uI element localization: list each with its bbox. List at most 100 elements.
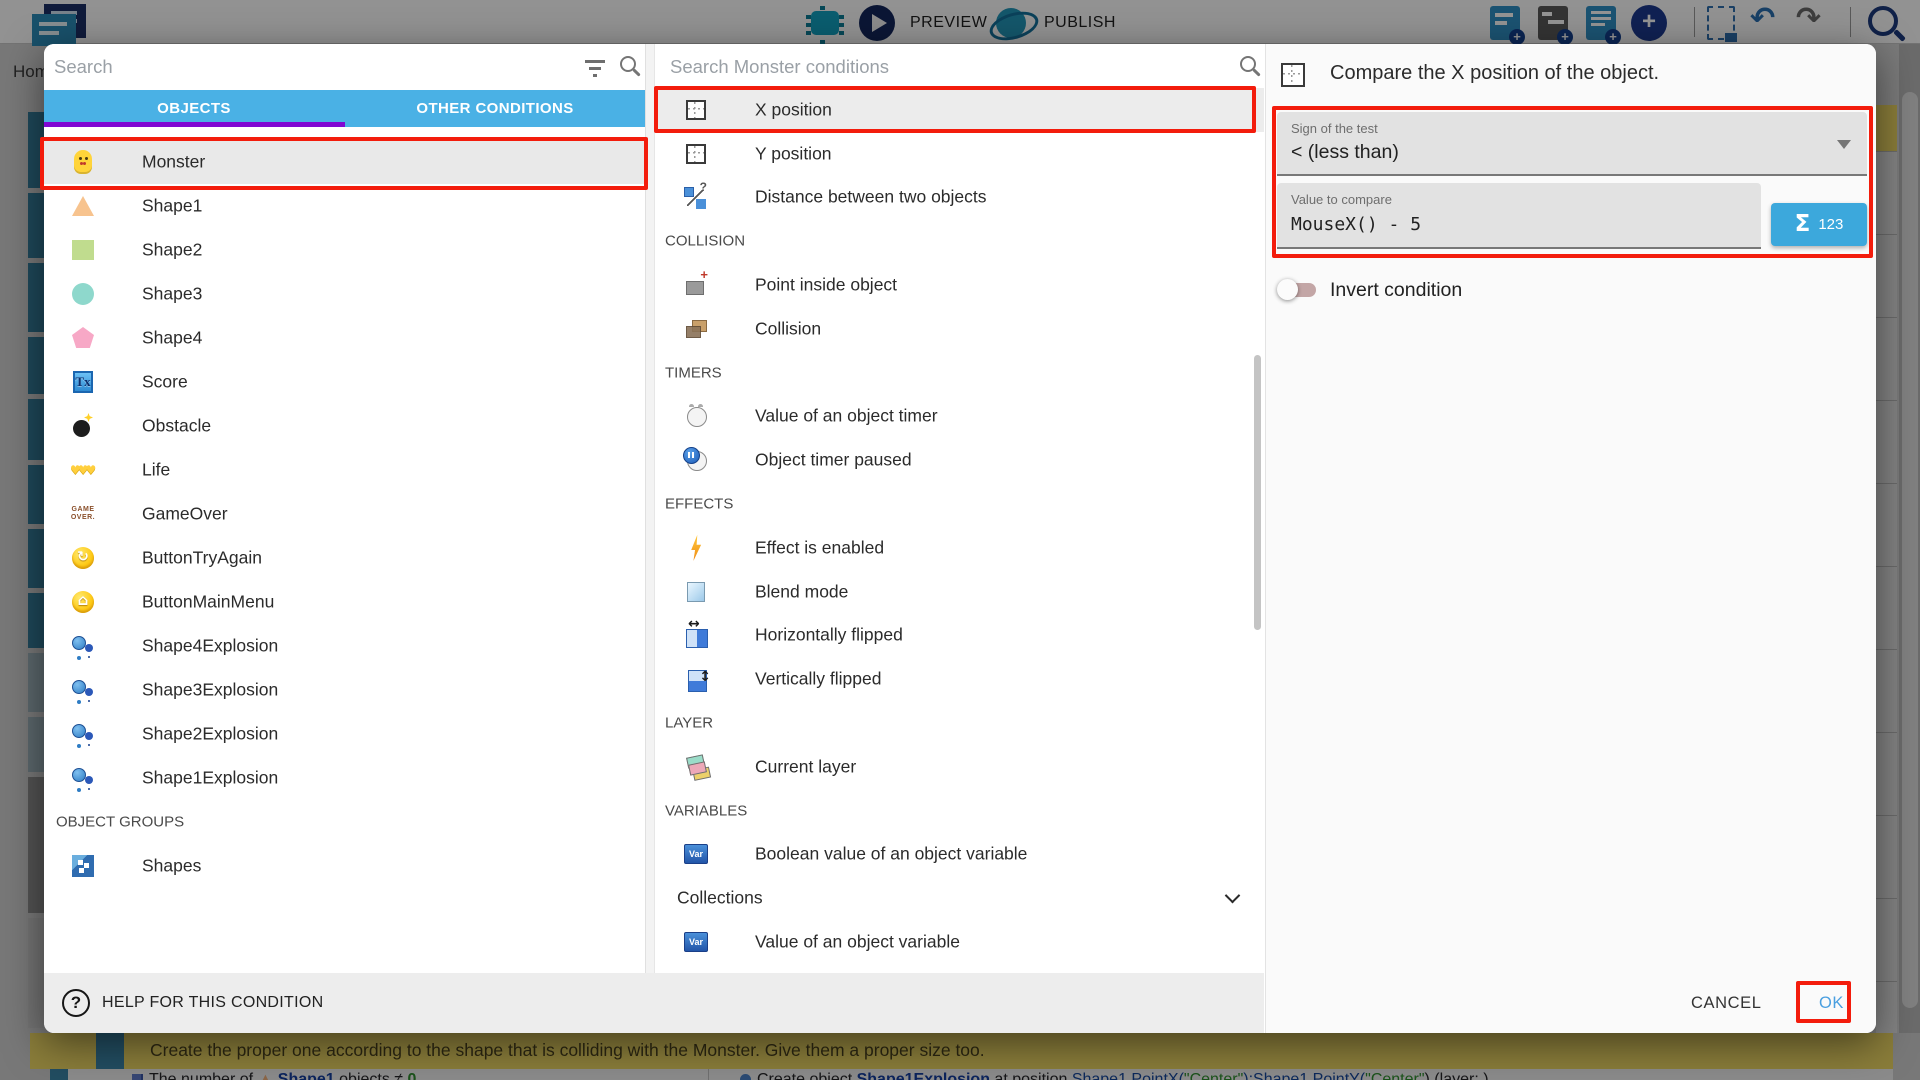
triangle-object-icon — [70, 193, 96, 219]
particle-emitter-icon — [70, 765, 96, 791]
conditions-scrollbar-thumb[interactable] — [1254, 355, 1261, 630]
objects-search-row — [44, 44, 645, 90]
condition-config-panel: Compare the X position of the object. Si… — [1265, 44, 1876, 1033]
chevron-down-icon — [1225, 888, 1241, 904]
condition-label: Effect is enabled — [755, 537, 884, 558]
condition-list-item[interactable]: Effect is enabled — [655, 526, 1264, 570]
object-name: Shape3Explosion — [142, 680, 278, 701]
condition-label: Collision — [755, 318, 821, 339]
object-list-item[interactable]: Score — [44, 360, 645, 404]
layers-icon — [683, 754, 709, 780]
invert-condition-toggle[interactable] — [1280, 283, 1316, 297]
object-name: Shape3 — [142, 284, 202, 305]
object-list-item[interactable]: Shape1 — [44, 184, 645, 228]
pentagon-object-icon — [70, 325, 96, 351]
object-list-item[interactable]: Shape1Explosion — [44, 756, 645, 800]
condition-list-item[interactable]: Boolean value of an object variable — [655, 833, 1264, 877]
object-list-item[interactable]: ButtonMainMenu — [44, 580, 645, 624]
object-list-item[interactable]: GameOver — [44, 492, 645, 536]
condition-list-item[interactable]: Distance between two objects — [655, 176, 1264, 220]
object-list-item[interactable]: Life — [44, 448, 645, 492]
object-list-item[interactable]: ButtonTryAgain — [44, 536, 645, 580]
object-list-item[interactable]: Shape4Explosion — [44, 624, 645, 668]
search-icon — [1240, 56, 1256, 72]
condition-list-item[interactable]: VARIABLES — [655, 789, 1264, 833]
condition-list-item[interactable]: Horizontally flipped — [655, 614, 1264, 658]
timer-paused-icon — [683, 447, 709, 473]
variable-icon — [683, 841, 709, 867]
cancel-button[interactable]: CANCEL — [1691, 988, 1762, 1018]
condition-label: Object timer paused — [755, 450, 912, 471]
objects-list: Monster Shape1 Shape2 Shape3 — [44, 140, 645, 888]
timer-icon — [683, 403, 709, 429]
condition-label: X position — [755, 99, 832, 120]
filter-icon[interactable] — [585, 59, 605, 77]
blend-mode-icon — [683, 579, 709, 605]
square-object-icon — [70, 237, 96, 263]
condition-list-item[interactable]: Blend mode — [655, 570, 1264, 614]
condition-list-item[interactable]: Object timer paused — [655, 438, 1264, 482]
condition-list-item[interactable]: LAYER — [655, 701, 1264, 745]
tab-other-conditions[interactable]: OTHER CONDITIONS — [345, 90, 645, 127]
condition-label: Horizontally flipped — [755, 625, 903, 646]
condition-list-item[interactable]: Value of an object timer — [655, 395, 1264, 439]
object-name: Shape4 — [142, 328, 202, 349]
object-name: Obstacle — [142, 416, 211, 437]
condition-label: VARIABLES — [665, 802, 747, 819]
dialog-footer: ? HELP FOR THIS CONDITION — [44, 973, 1264, 1033]
condition-list-item[interactable]: COLLISION — [655, 219, 1264, 263]
value-to-compare-input[interactable]: Value to compare MouseX() - 5 — [1277, 183, 1761, 249]
invert-condition-row: Invert condition — [1266, 272, 1876, 306]
objects-list-scrollbar[interactable] — [645, 44, 655, 973]
object-list-item[interactable]: OBJECT GROUPS — [44, 800, 645, 844]
field-label: Sign of the test — [1291, 121, 1378, 136]
condition-list-item[interactable]: Y position — [655, 132, 1264, 176]
object-list-item[interactable]: Shape4 — [44, 316, 645, 360]
condition-label: COLLISION — [665, 233, 745, 250]
object-list-item[interactable]: Obstacle — [44, 404, 645, 448]
condition-list-item[interactable]: Collision — [655, 307, 1264, 351]
object-list-item[interactable]: Shape2 — [44, 228, 645, 272]
condition-list-item[interactable]: Current layer — [655, 745, 1264, 789]
objects-search-input[interactable] — [54, 50, 564, 84]
condition-list-item[interactable]: Vertically flipped — [655, 657, 1264, 701]
x-position-icon — [683, 97, 709, 123]
text-object-icon — [70, 369, 96, 395]
object-name: Life — [142, 460, 170, 481]
objects-panel-tabs: OBJECTS OTHER CONDITIONS — [44, 90, 645, 127]
condition-list-item[interactable]: Collections — [655, 876, 1264, 920]
help-for-condition-button[interactable]: HELP FOR THIS CONDITION — [102, 994, 323, 1012]
ok-button[interactable]: OK — [1819, 988, 1844, 1018]
object-group-icon — [70, 853, 96, 879]
monster-object-icon — [70, 149, 96, 175]
sign-of-test-select[interactable]: Sign of the test < (less than) — [1277, 112, 1867, 176]
condition-label: Value of an object variable — [755, 932, 960, 953]
search-icon — [620, 56, 636, 72]
field-label: Value to compare — [1291, 192, 1392, 207]
expression-editor-button[interactable]: Σ123 — [1771, 203, 1867, 246]
object-list-item[interactable]: Shape3 — [44, 272, 645, 316]
object-name: Shapes — [142, 856, 201, 877]
condition-label: Vertically flipped — [755, 669, 881, 690]
conditions-list: X position Y position Distance between t… — [655, 88, 1264, 964]
condition-list-item[interactable]: Point inside object — [655, 263, 1264, 307]
condition-label: LAYER — [665, 715, 713, 732]
toggle-knob — [1277, 279, 1298, 300]
config-title: Compare the X position of the object. — [1330, 62, 1659, 85]
condition-editor-dialog: OBJECTS OTHER CONDITIONS Monster Shape1 … — [44, 44, 1876, 1033]
particle-emitter-icon — [70, 633, 96, 659]
object-list-item[interactable]: Shape3Explosion — [44, 668, 645, 712]
object-name: Shape2Explosion — [142, 724, 278, 745]
condition-list-item[interactable]: TIMERS — [655, 351, 1264, 395]
object-list-item[interactable]: Shapes — [44, 844, 645, 888]
circle-object-icon — [70, 281, 96, 307]
object-list-item[interactable]: Shape2Explosion — [44, 712, 645, 756]
y-position-icon — [683, 141, 709, 167]
object-list-item[interactable]: Monster — [44, 140, 645, 184]
condition-list-item[interactable]: EFFECTS — [655, 482, 1264, 526]
particle-emitter-icon — [70, 677, 96, 703]
conditions-search-input[interactable] — [670, 50, 1210, 84]
hearts-object-icon — [70, 457, 96, 483]
condition-list-item[interactable]: X position — [655, 88, 1264, 132]
condition-list-item[interactable]: Value of an object variable — [655, 920, 1264, 964]
